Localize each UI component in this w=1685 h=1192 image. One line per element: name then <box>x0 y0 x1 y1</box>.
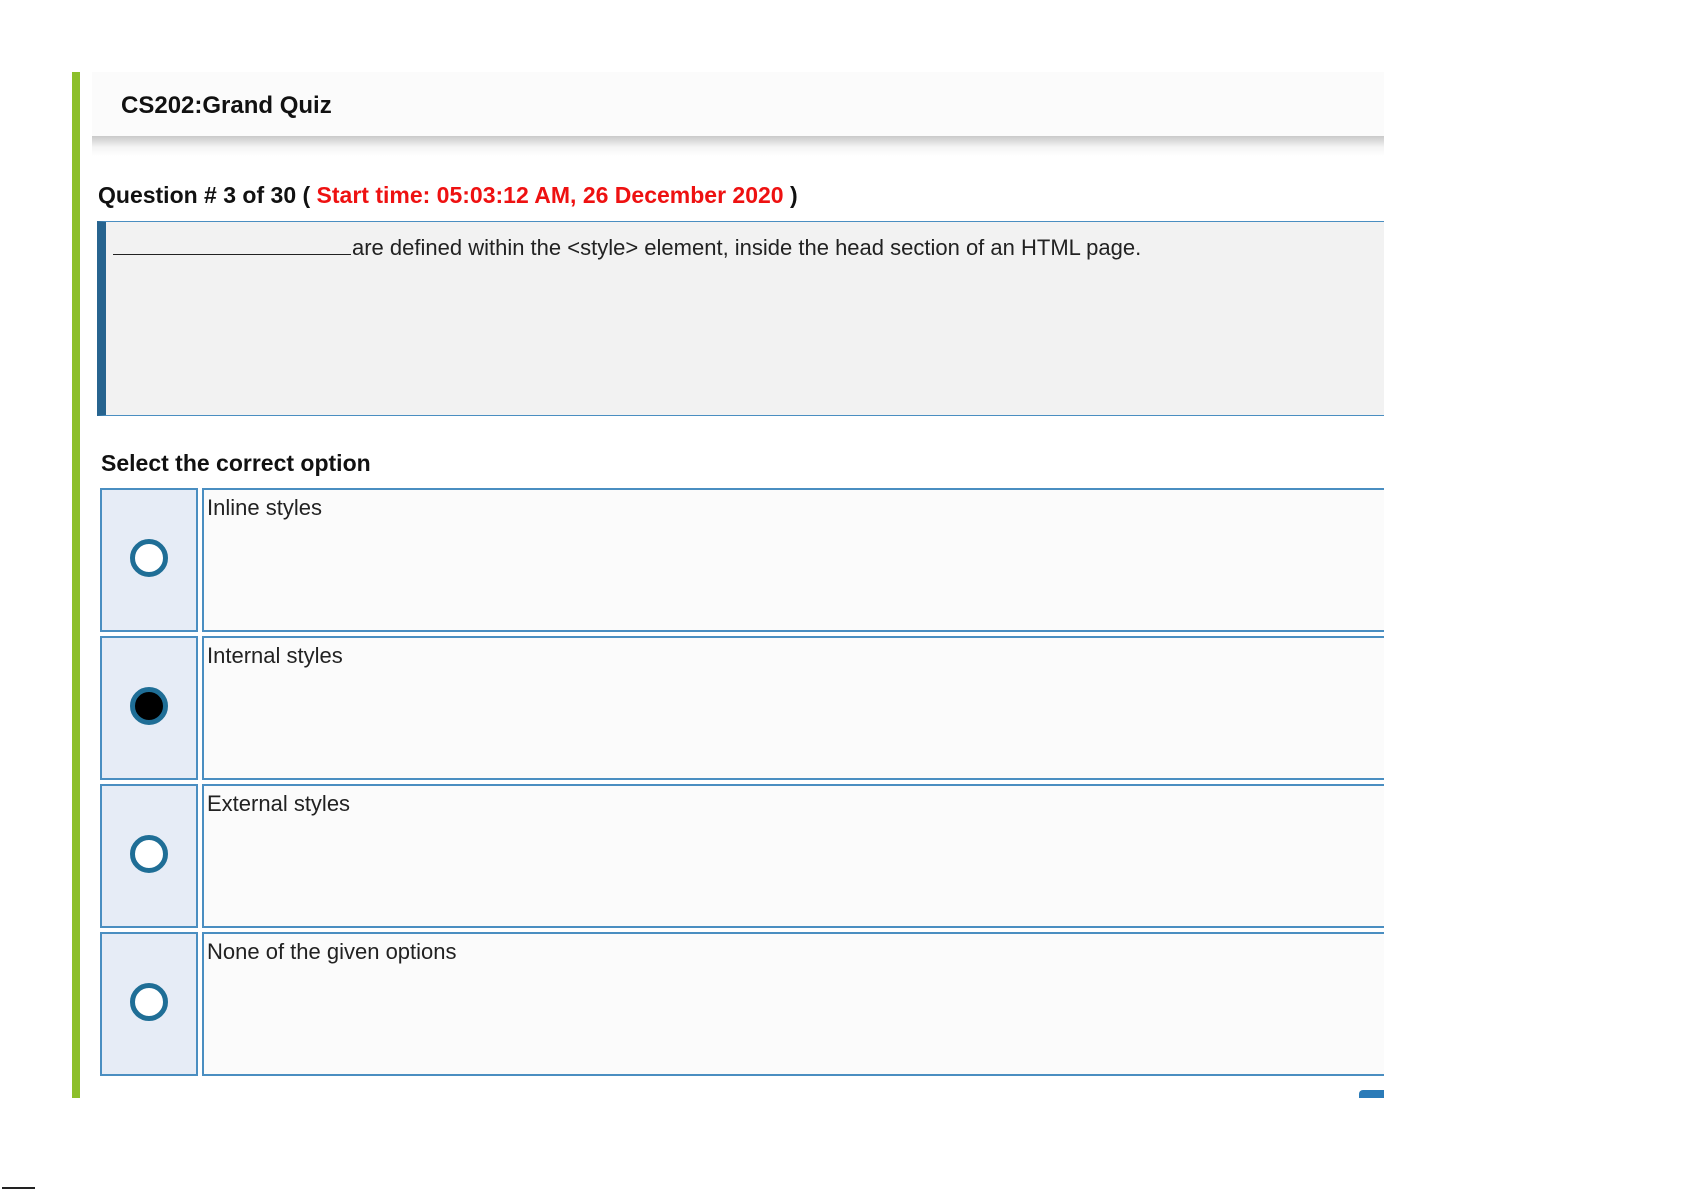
fill-in-blank <box>113 232 351 255</box>
option-row: None of the given options <box>100 932 1384 1076</box>
option-radio-cell[interactable] <box>100 636 198 780</box>
option-text-cell[interactable]: Internal styles <box>202 636 1384 780</box>
question-box: are defined within the <style> element, … <box>97 221 1384 416</box>
option-radio-cell[interactable] <box>100 932 198 1076</box>
option-radio-cell[interactable] <box>100 784 198 928</box>
quiz-header: CS202:Grand Quiz <box>92 72 1384 136</box>
radio-button[interactable] <box>130 983 168 1021</box>
radio-button-selected[interactable] <box>130 687 168 725</box>
option-text-cell[interactable]: External styles <box>202 784 1384 928</box>
option-label: None of the given options <box>207 939 457 964</box>
radio-button[interactable] <box>130 539 168 577</box>
start-time: Start time: 05:03:12 AM, 26 December 202… <box>316 182 784 208</box>
option-row: Inline styles <box>100 488 1384 632</box>
radio-button[interactable] <box>130 835 168 873</box>
option-label: External styles <box>207 791 351 816</box>
question-text: are defined within the <style> element, … <box>352 235 1142 260</box>
header-divider <box>92 136 1384 156</box>
accent-bar <box>72 72 80 1098</box>
option-radio-cell[interactable] <box>100 488 198 632</box>
option-label: Inline styles <box>207 495 322 520</box>
option-label: Internal styles <box>207 643 343 668</box>
question-header: Question # 3 of 30 ( Start time: 05:03:1… <box>98 182 798 209</box>
option-text-cell[interactable]: None of the given options <box>202 932 1384 1076</box>
options-list: Inline styles Internal styles External s… <box>100 488 1384 1080</box>
quiz-title: CS202:Grand Quiz <box>121 92 332 119</box>
question-text-line: are defined within the <style> element, … <box>113 232 1141 261</box>
quiz-page: CS202:Grand Quiz Question # 3 of 30 ( St… <box>72 72 1384 1098</box>
bottom-edge-mark <box>2 1187 35 1189</box>
question-header-close: ) <box>789 182 798 208</box>
option-row: External styles <box>100 784 1384 928</box>
question-number: Question # 3 of 30 ( <box>98 182 311 208</box>
save-next-button[interactable] <box>1359 1090 1384 1098</box>
option-row: Internal styles <box>100 636 1384 780</box>
select-option-label: Select the correct option <box>101 450 371 476</box>
option-text-cell[interactable]: Inline styles <box>202 488 1384 632</box>
